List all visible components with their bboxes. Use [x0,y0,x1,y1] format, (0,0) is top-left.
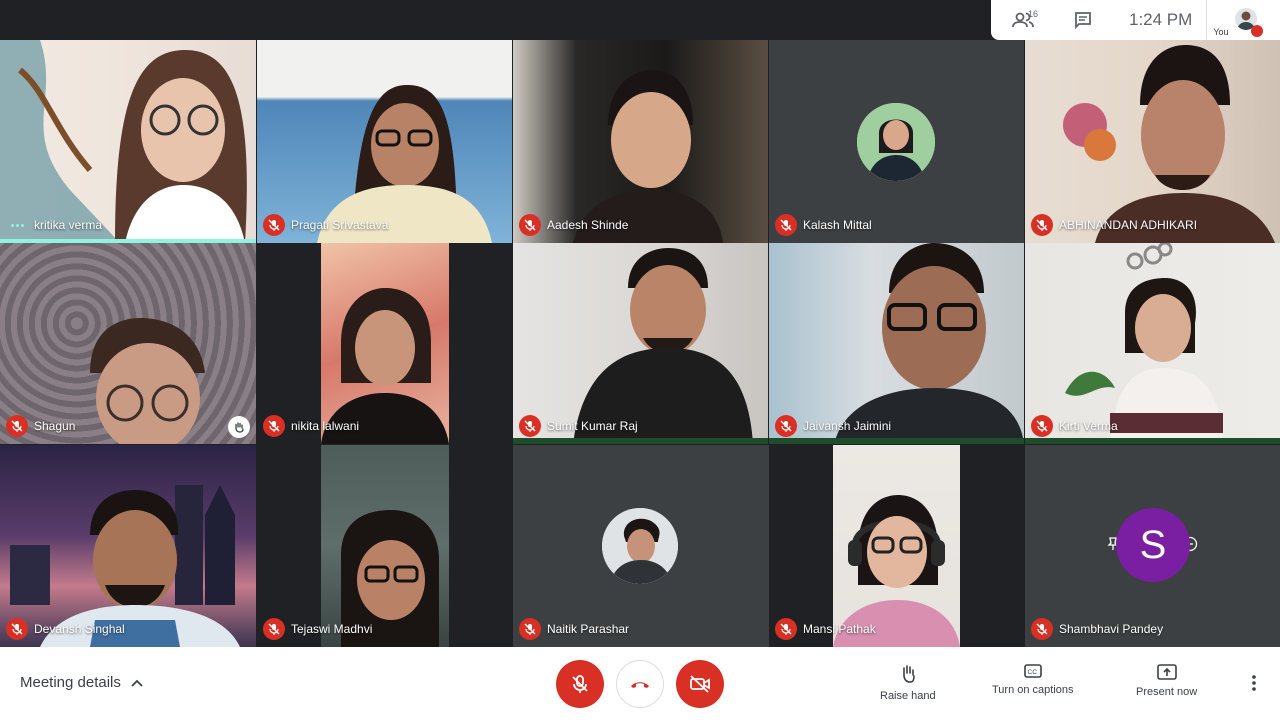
participant-name: Kirti Verma [1059,419,1118,433]
mic-off-icon [263,415,285,437]
video-tile[interactable]: Pragati Srivastava [257,40,512,243]
mic-off-icon [263,214,285,236]
video-tile[interactable]: Mansi Pathak [769,445,1024,647]
present-now-button[interactable]: Present now [1136,664,1197,698]
mic-off-icon [263,618,285,640]
participant-name: Sumit Kumar Raj [547,419,638,433]
mic-toggle-button[interactable] [556,660,604,708]
tile-name-bar: Kirti Verma [1031,415,1118,437]
more-vert-icon [1252,675,1256,691]
participant-name: Kalash Mittal [803,218,872,232]
participant-name: Shambhavi Pandey [1059,622,1164,636]
participant-name: Jaivansh Jaimini [803,419,892,433]
participant-name: Aadesh Shinde [547,218,629,232]
tile-name-bar: Naitik Parashar [519,618,629,640]
video-edge [513,438,768,444]
video-tile[interactable]: nikita lalwani [257,243,512,444]
tile-name-bar: Shambhavi Pandey [1031,618,1163,640]
participant-name: Shagun [34,419,76,433]
video-tile[interactable]: Jaivansh Jaimini [769,243,1024,444]
avatar [602,508,678,584]
tile-name-bar: nikita lalwani [263,415,359,437]
tile-name-bar: Sumit Kumar Raj [519,415,638,437]
participants-button[interactable]: 16 [1001,0,1045,40]
video-tile[interactable]: Devansh Singhal [0,445,256,647]
tile-name-bar: Kalash Mittal [775,214,872,236]
tile-name-bar: Devansh Singhal [6,618,125,640]
tile-name-bar: Mansi Pathak [775,618,876,640]
video-tile[interactable]: Aadesh Shinde [513,40,768,243]
video-tile[interactable]: ABHINANDAN ADHIKARI [1025,40,1280,243]
video-edge [1025,438,1280,444]
mic-off-icon [519,415,541,437]
video-tile[interactable]: Kirti Verma [1025,243,1280,444]
raise-hand-label: Raise hand [880,690,936,702]
video-tile[interactable]: Kalash Mittal [769,40,1024,243]
mic-off-icon [519,214,541,236]
participant-name: Devansh Singhal [34,622,125,636]
tile-name-bar: Aadesh Shinde [519,214,628,236]
participant-name: nikita lalwani [291,419,360,433]
participant-name: ABHINANDAN ADHIKARI [1059,218,1198,232]
tile-name-bar: ABHINANDAN ADHIKARI [1031,214,1197,236]
mic-off-icon [1031,415,1053,437]
participants-count: 16 [1028,9,1039,19]
present-icon [1156,664,1177,680]
raise-hand-icon [903,665,915,683]
video-tile[interactable]: kritika verma [0,40,256,243]
captions-icon: CC [1023,664,1042,678]
raise-hand-button[interactable]: Raise hand [880,664,936,702]
mic-off-icon [6,415,28,437]
avatar: S [1116,508,1190,582]
video-tile[interactable]: Tejaswi Madhvi [257,445,512,647]
top-panel: 16 1:24 PM You [991,0,1280,40]
video-tile[interactable]: Sumit Kumar Raj [513,243,768,444]
chat-icon [1075,12,1091,29]
mic-off-icon [1031,618,1053,640]
more-options-button[interactable] [1242,671,1266,695]
present-now-label: Present now [1136,686,1198,698]
tile-name-bar: Shagun [6,415,75,437]
svg-text:CC: CC [1027,669,1037,676]
camera-toggle-button[interactable] [676,660,724,708]
mic-off-icon [775,618,797,640]
video-edge [769,438,1024,444]
clock-time: 1:24 PM [1129,10,1193,29]
mic-off-icon [775,214,797,236]
mic-off-icon [1031,214,1053,236]
mic-off-icon [1251,25,1264,37]
meet-window: 16 1:24 PM You kritika verma Pragati Sri… [0,0,1280,720]
captions-button[interactable]: CC Turn on captions [992,664,1074,696]
tile-name-bar: Tejaswi Madhvi [263,618,372,640]
mic-off-icon [6,618,28,640]
video-tile[interactable]: Shagun [0,243,256,444]
captions-label: Turn on captions [992,684,1074,696]
meeting-details-label: Meeting details [20,674,121,691]
raised-hand-icon [228,416,250,438]
bottom-bar: Meeting details Raise hand CC Turn on ca… [0,647,1280,720]
mic-off-icon [519,618,541,640]
tile-name-bar: Jaivansh Jaimini [775,415,891,437]
avatar [857,103,935,181]
hang-up-icon [631,682,649,688]
tile-name-bar: kritika verma [6,214,102,236]
self-preview[interactable]: You [1206,0,1270,40]
tile-name-bar: Pragati Srivastava [263,214,388,236]
leave-call-button[interactable] [616,660,664,708]
chat-button[interactable] [1061,0,1105,40]
participant-name: Mansi Pathak [803,622,876,636]
speaking-indicator-icon [6,214,28,236]
participant-name: kritika verma [34,218,103,232]
you-label: You [1213,27,1229,37]
mic-off-icon [775,415,797,437]
camera-off-icon [690,675,710,693]
participant-name: Naitik Parashar [547,622,630,636]
top-bar: 16 1:24 PM You [0,0,1280,40]
mic-off-icon [572,675,588,693]
participant-name: Tejaswi Madhvi [291,622,373,636]
meeting-details-button[interactable]: Meeting details [20,674,143,691]
participant-name: Pragati Srivastava [291,218,389,232]
chevron-up-icon [131,679,143,687]
